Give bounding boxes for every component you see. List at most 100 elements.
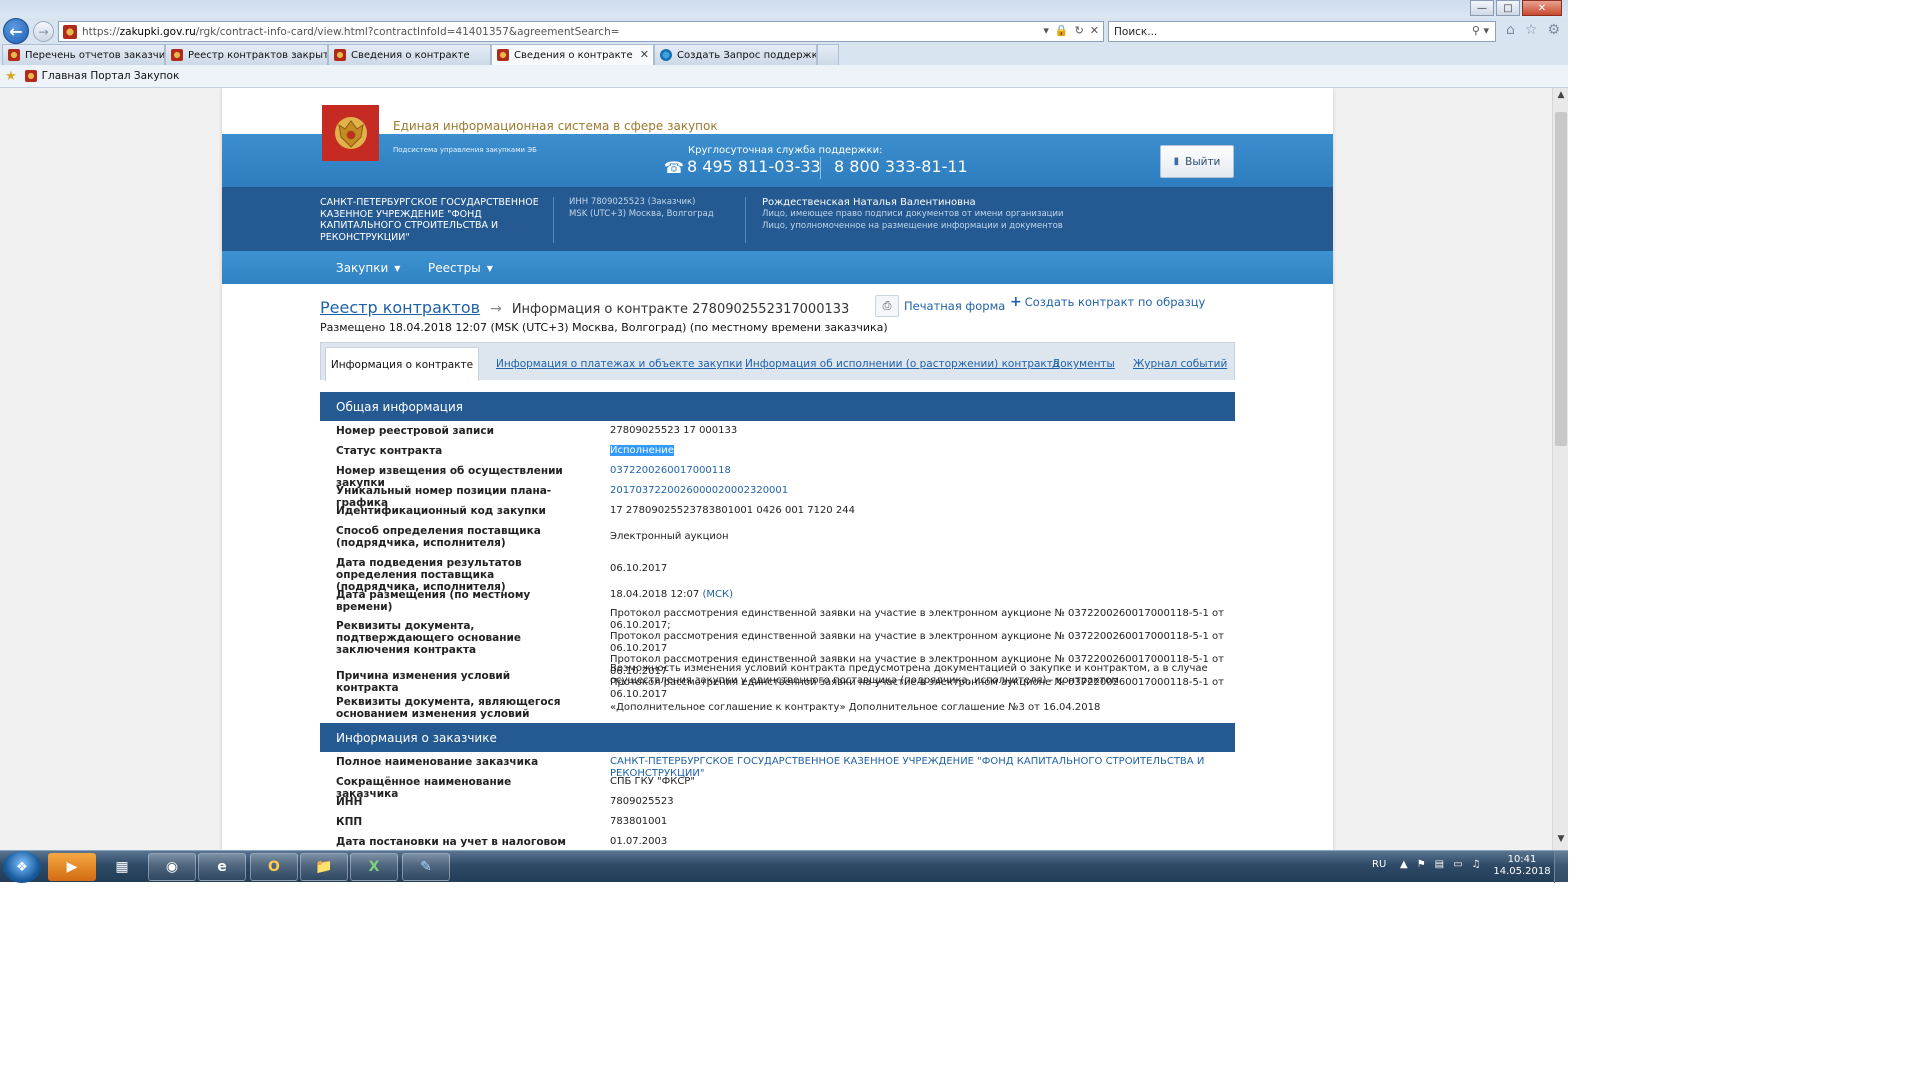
excel-icon[interactable]: X xyxy=(350,853,398,881)
subsystem-label: Подсистема управления закупками ЭБ xyxy=(393,146,537,154)
tab-payments[interactable]: Информация о платежах и объекте закупки xyxy=(496,358,742,370)
ie-toolbar-icons: ⌂ ☆ ⚙ xyxy=(1506,22,1560,38)
site-title: Единая информационная система в сфере за… xyxy=(393,119,718,133)
home-icon[interactable]: ⌂ xyxy=(1506,22,1515,38)
menu-purchases[interactable]: Закупки ▼ xyxy=(336,261,400,275)
refresh-icon[interactable]: ↻ xyxy=(1075,24,1084,37)
favorites-star-icon[interactable]: ☆ xyxy=(1525,22,1538,38)
logout-button[interactable]: ▮ Выйти xyxy=(1160,145,1234,178)
favorites-add-icon[interactable]: ★ xyxy=(5,69,17,84)
org-inn: ИНН 7809025523 (Заказчик) xyxy=(569,197,696,207)
plan-position-link[interactable]: 201703722002600002000232000​1 xyxy=(610,485,1230,497)
chrome-icon[interactable]: ◉ xyxy=(148,853,196,881)
lock-icon[interactable]: 🔒 xyxy=(1055,24,1069,37)
vertical-scrollbar[interactable]: ▲ ▼ xyxy=(1552,88,1568,850)
tab-label: Создать Запрос поддержки - ... xyxy=(677,49,816,61)
tab-contract-info[interactable]: Информация о контракте xyxy=(325,347,479,381)
row-label: Номер реестровой записи xyxy=(336,425,494,437)
tray-expand-icon[interactable]: ▲ xyxy=(1400,859,1408,870)
browser-tab[interactable]: Сведения о контракте xyxy=(328,44,491,65)
address-bar[interactable]: https://zakupki.gov.ru/rgk/contract-info… xyxy=(58,21,1104,42)
tray-flag-icon[interactable]: ⚑ xyxy=(1417,859,1426,870)
posted-date: 18.04.2018 12:07 xyxy=(610,589,700,600)
double-headed-eagle-icon xyxy=(334,117,367,149)
support-label: Круглосуточная служба поддержки: xyxy=(688,145,883,156)
file-explorer-icon[interactable]: 📁 xyxy=(300,853,348,881)
org-timezone: MSK (UTC+3) Москва, Волгоград xyxy=(569,208,714,219)
browser-tab-active[interactable]: Сведения о контракте ✕ xyxy=(491,44,654,65)
menu-registries[interactable]: Реестры ▼ xyxy=(428,261,493,275)
media-player-icon[interactable]: ▶ xyxy=(48,853,96,881)
tab-close-icon[interactable]: ✕ xyxy=(640,48,649,61)
print-form-link[interactable]: ⎙ Печатная форма xyxy=(875,295,1005,317)
forward-button[interactable]: → xyxy=(33,21,54,42)
row-value: 27809025523 17 000133 xyxy=(610,425,738,436)
favorite-link[interactable]: Главная Портал Закупок xyxy=(24,70,179,82)
printer-icon: ⎙ xyxy=(875,295,899,317)
maximize-button[interactable]: □ xyxy=(1496,0,1520,16)
page-viewport: Единая информационная система в сфере за… xyxy=(0,88,1552,850)
new-tab-button[interactable] xyxy=(817,44,839,65)
create-from-template-link[interactable]: + Создать контракт по образцу xyxy=(1010,294,1205,310)
row-label: Реквизиты документа, подтверждающего осн… xyxy=(336,620,521,656)
browser-tab[interactable]: Перечень отчетов заказчика xyxy=(2,44,165,65)
tray-network-icon[interactable]: ▤ xyxy=(1435,859,1444,870)
tab-execution[interactable]: Информация об исполнении (о расторжении)… xyxy=(745,358,1059,370)
notice-number-link[interactable]: 0372200260017000118 xyxy=(610,465,1230,477)
clock[interactable]: 10:41 14.05.2018 xyxy=(1492,854,1552,878)
show-desktop-button[interactable] xyxy=(1554,851,1568,883)
close-window-button[interactable]: ✕ xyxy=(1522,0,1562,16)
tab-event-log[interactable]: Журнал событий xyxy=(1133,358,1227,370)
tray-volume-icon[interactable]: ♫ xyxy=(1472,859,1481,870)
user-name: Рождественская Наталья Валентиновна xyxy=(762,197,976,208)
scroll-down-icon[interactable]: ▼ xyxy=(1553,834,1569,848)
clock-time: 10:41 xyxy=(1507,854,1537,865)
internet-explorer-icon[interactable]: e xyxy=(198,853,246,881)
minimize-button[interactable]: — xyxy=(1470,0,1494,16)
browser-tab[interactable]: Создать Запрос поддержки - ... xyxy=(654,44,817,65)
row-label: ИНН xyxy=(336,796,363,808)
row-value: Возможность изменения условий контракта … xyxy=(610,663,1208,686)
windows-taskbar: ❖ ▶ ▦ ◉ e O 📁 X ✎ RU ▲ ⚑ ▤ ▭ ♫ 10:41 14.… xyxy=(0,850,1568,883)
scroll-up-icon[interactable]: ▲ xyxy=(1553,90,1569,104)
row-label: Дата постановки на учет в налоговом орга… xyxy=(336,836,566,850)
organization-band: Санкт-Петербургское государственное казе… xyxy=(222,187,1333,251)
dropdown-arrow-icon[interactable]: ▾ xyxy=(1043,24,1049,37)
user-role: Лицо, имеющее право подписи документов о… xyxy=(762,209,1064,219)
outlook-icon[interactable]: O xyxy=(250,853,298,881)
logo-strip: Единая информационная система в сфере за… xyxy=(222,88,1333,161)
content-tabs: Информация о контракте Информация о плат… xyxy=(320,342,1235,381)
phone-icon: ☎ xyxy=(664,158,684,177)
search-box[interactable]: Поиск... ⚲ ▾ xyxy=(1108,21,1496,42)
browser-chrome: — □ ✕ ← → https://zakupki.gov.ru/rgk/con… xyxy=(0,0,1568,88)
breadcrumb-registry-link[interactable]: Реестр контрактов xyxy=(320,298,480,317)
row-value: 01.07.2003 xyxy=(610,836,668,847)
favorites-bar: ★ Главная Портал Закупок xyxy=(0,65,1568,88)
support-phone-2: 8 800 333-81-11 xyxy=(834,157,968,176)
organization-name: Санкт-Петербургское государственное казе… xyxy=(320,197,539,243)
phone-divider xyxy=(820,157,821,179)
timezone-link[interactable]: (МСК) xyxy=(702,589,733,600)
language-indicator[interactable]: RU xyxy=(1372,859,1386,870)
row-value: 06.10.2017 xyxy=(610,563,668,574)
protocol-line: Протокол рассмотрения единственной заявк… xyxy=(610,631,1224,654)
menu-label: Закупки xyxy=(336,261,389,275)
browser-tab[interactable]: Реестр контрактов закрытой ... xyxy=(165,44,328,65)
address-tools: ▾ 🔒 ↻ ✕ xyxy=(1043,24,1099,37)
back-button[interactable]: ← xyxy=(3,18,29,44)
scrollbar-thumb[interactable] xyxy=(1555,112,1567,446)
tab-documents[interactable]: Документы xyxy=(1052,358,1115,370)
stop-icon[interactable]: ✕ xyxy=(1090,24,1099,37)
page-title: Информация о контракте 27809025523170001… xyxy=(511,302,850,317)
row-label: Дата размещения (по местному времени) xyxy=(336,589,531,613)
print-label: Печатная форма xyxy=(904,299,1006,313)
paint-icon[interactable]: ✎ xyxy=(402,853,450,881)
calculator-icon[interactable]: ▦ xyxy=(98,853,146,881)
main-menu: Закупки ▼ Реестры ▼ xyxy=(222,251,1333,284)
search-icon[interactable]: ⚲ ▾ xyxy=(1472,24,1489,37)
gear-icon[interactable]: ⚙ xyxy=(1547,22,1560,38)
start-button[interactable]: ❖ xyxy=(3,851,41,883)
tab-label: Сведения о контракте xyxy=(351,49,470,61)
row-label: Полное наименование заказчика xyxy=(336,756,539,768)
tray-display-icon[interactable]: ▭ xyxy=(1453,859,1462,870)
